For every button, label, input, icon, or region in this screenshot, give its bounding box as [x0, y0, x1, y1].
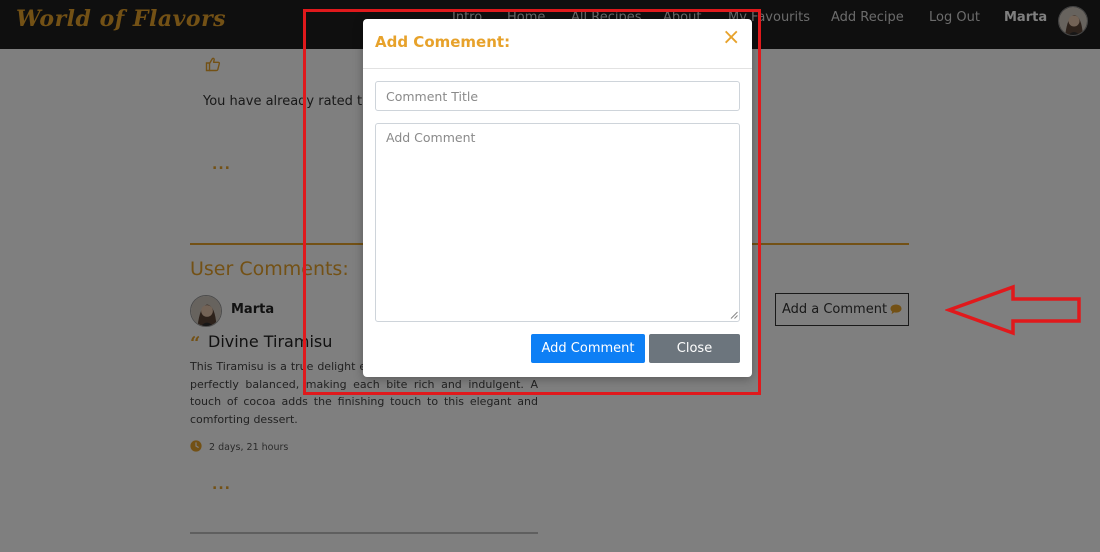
highlight-box: [303, 9, 761, 395]
left-arrow-icon: [945, 284, 1081, 336]
